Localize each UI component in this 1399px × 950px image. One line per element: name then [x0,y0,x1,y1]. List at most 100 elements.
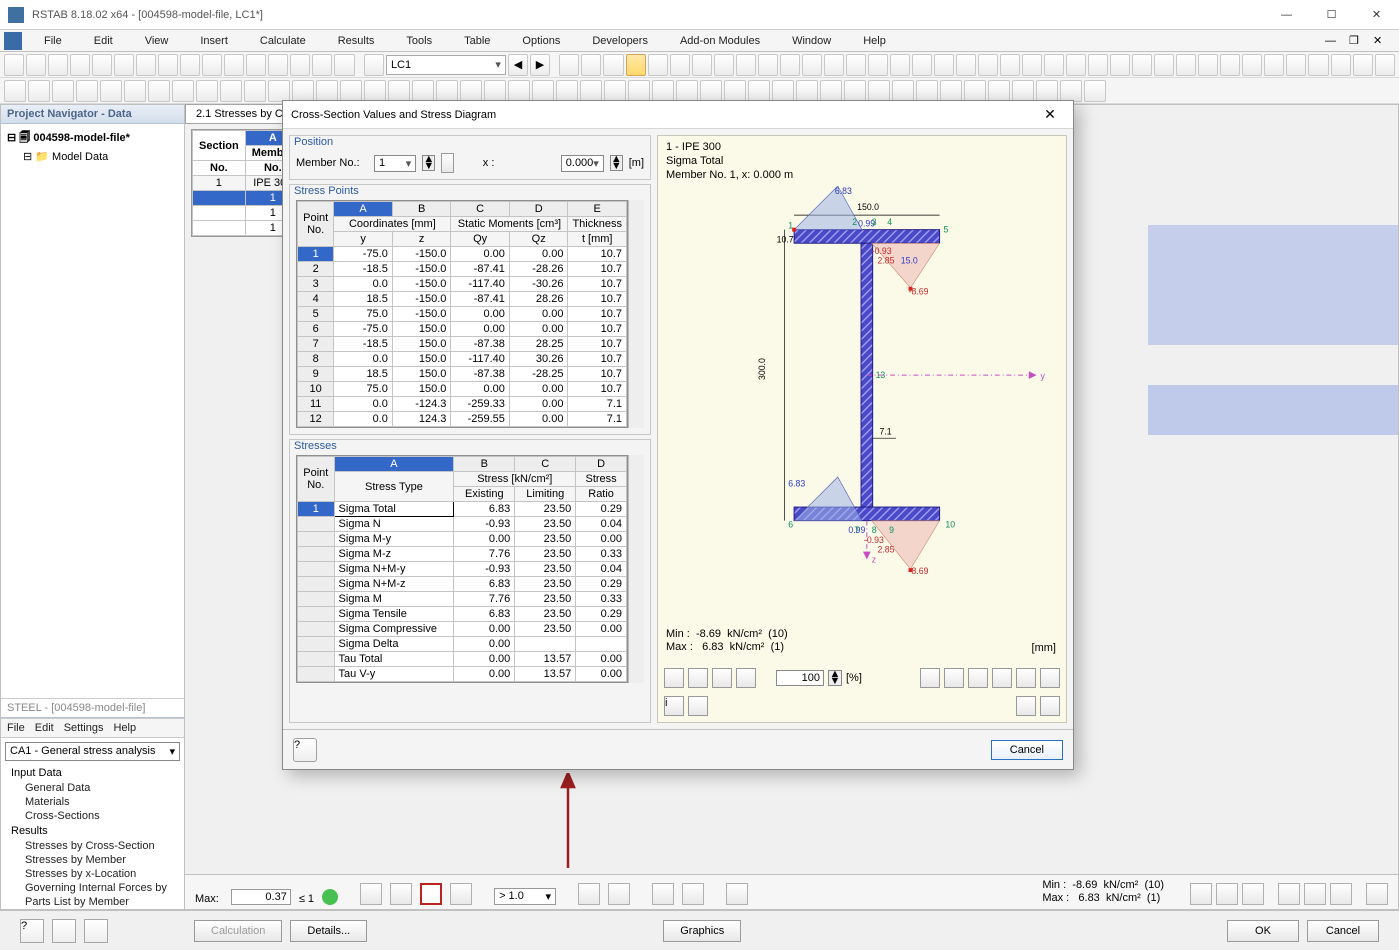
sp-cell[interactable]: -150.0 [392,292,451,307]
sp-cell[interactable]: 0.00 [509,382,568,397]
st-ratio[interactable]: 0.33 [576,592,627,607]
toolbar-button[interactable] [1286,54,1306,76]
st-rownum[interactable] [298,577,335,592]
details-button[interactable]: Details... [290,920,367,942]
toolbar-button[interactable] [736,54,756,76]
sp-cell[interactable]: -87.41 [451,292,510,307]
toolbar-button[interactable] [52,80,74,102]
graphics-button[interactable]: Graphics [663,920,741,942]
max-value-input[interactable] [231,889,291,905]
toolbar-next[interactable]: ▶ [530,54,550,76]
toolbar-button[interactable] [1375,54,1395,76]
st-ratio[interactable] [576,637,627,652]
st-limiting[interactable]: 23.50 [515,502,576,517]
sp-cell[interactable]: 0.0 [334,397,393,412]
sp-cell[interactable]: -87.41 [451,262,510,277]
sp-cell[interactable]: 10.7 [568,367,627,382]
sp-cell[interactable]: 10.7 [568,382,627,397]
st-ratio[interactable]: 0.00 [576,652,627,667]
sp-rownum[interactable]: 9 [298,367,334,382]
sp-cell[interactable]: 150.0 [392,352,451,367]
toolbar-button[interactable] [124,80,146,102]
st-ratio[interactable]: 0.29 [576,502,627,517]
sp-cell[interactable]: -259.33 [451,397,510,412]
st-rownum[interactable] [298,607,335,622]
mdi-restore[interactable]: ❐ [1349,32,1371,50]
toolbar-button[interactable] [224,54,244,76]
sp-cell[interactable]: 0.00 [451,307,510,322]
sp-rownum[interactable]: 1 [298,247,334,262]
st-rownum[interactable] [298,532,335,547]
sp-cell[interactable]: 10.7 [568,337,627,352]
diag-btn[interactable] [664,668,684,688]
sp-rownum[interactable]: 11 [298,397,334,412]
toolbar-button[interactable] [580,80,602,102]
st-type[interactable]: Sigma Compressive [334,622,454,637]
diag-info-button[interactable]: i [664,696,684,716]
menu-help[interactable]: Help [847,33,902,49]
member-no-stepper[interactable]: ▲▼ [422,155,435,171]
toolbar-button[interactable] [714,54,734,76]
steel-menu-edit[interactable]: Edit [35,722,54,734]
sp-rownum[interactable]: 12 [298,412,334,427]
ws-btn[interactable] [608,883,630,905]
st-existing[interactable]: -0.93 [454,517,515,532]
toolbar-button[interactable] [844,80,866,102]
sp-cell[interactable]: 150.0 [392,337,451,352]
st-limiting[interactable]: 23.50 [515,562,576,577]
sp-cell[interactable]: 124.3 [392,412,451,427]
diag-rbtn[interactable] [920,668,940,688]
toolbar-button[interactable] [4,80,26,102]
st-rownum[interactable] [298,517,335,532]
ws-rbtn[interactable] [1304,883,1326,905]
sp-cell[interactable]: 10.7 [568,262,627,277]
toolbar-button[interactable] [92,54,112,76]
toolbar-button[interactable] [180,54,200,76]
sp-cell[interactable]: 0.00 [451,382,510,397]
toolbar-button[interactable] [846,54,866,76]
menu-calculate[interactable]: Calculate [244,33,322,49]
diag-rbtn[interactable] [992,668,1012,688]
sp-rownum[interactable]: 7 [298,337,334,352]
footer-btn[interactable] [84,919,108,943]
toolbar-button[interactable] [136,54,156,76]
toolbar-button[interactable] [912,54,932,76]
st-type[interactable]: Sigma Total [334,502,454,517]
sp-cell[interactable]: 150.0 [392,382,451,397]
toolbar-button[interactable] [26,54,46,76]
mdi-minimize[interactable]: — [1325,32,1347,50]
toolbar-button[interactable] [1353,54,1373,76]
st-limiting[interactable]: 23.50 [515,607,576,622]
sp-cell[interactable]: -28.25 [509,367,568,382]
toolbar-button[interactable] [940,80,962,102]
sp-cell[interactable]: 75.0 [334,307,393,322]
st-type[interactable]: Sigma N+M-z [334,577,454,592]
toolbar-button[interactable] [28,80,50,102]
cancel-button[interactable]: Cancel [1307,920,1379,942]
pick-member-button[interactable] [441,153,454,173]
steel-menu-help[interactable]: Help [113,722,136,734]
lp-general-data[interactable]: General Data [7,781,178,795]
ws-btn[interactable] [450,883,472,905]
toolbar-button[interactable] [628,80,650,102]
st-existing[interactable]: -0.93 [454,562,515,577]
window-minimize[interactable]: — [1264,0,1309,30]
dialog-close[interactable]: ✕ [1035,106,1065,123]
st-existing[interactable]: 7.76 [454,592,515,607]
sp-cell[interactable]: 0.00 [509,412,568,427]
toolbar-button[interactable] [246,54,266,76]
toolbar-button[interactable] [460,80,482,102]
steel-menu-file[interactable]: File [7,722,25,734]
toolbar-button[interactable] [820,80,842,102]
lp-res-parts[interactable]: Parts List by Member [7,895,178,909]
menu-table[interactable]: Table [448,33,506,49]
st-limiting[interactable]: 23.50 [515,517,576,532]
sp-cell[interactable]: 10.7 [568,322,627,337]
window-maximize[interactable]: ☐ [1309,0,1354,30]
toolbar-button[interactable] [202,54,222,76]
toolbar-button[interactable] [340,80,362,102]
sp-cell[interactable]: 18.5 [334,292,393,307]
ws-btn[interactable] [360,883,382,905]
toolbar-button[interactable] [892,80,914,102]
st-rownum[interactable] [298,592,335,607]
